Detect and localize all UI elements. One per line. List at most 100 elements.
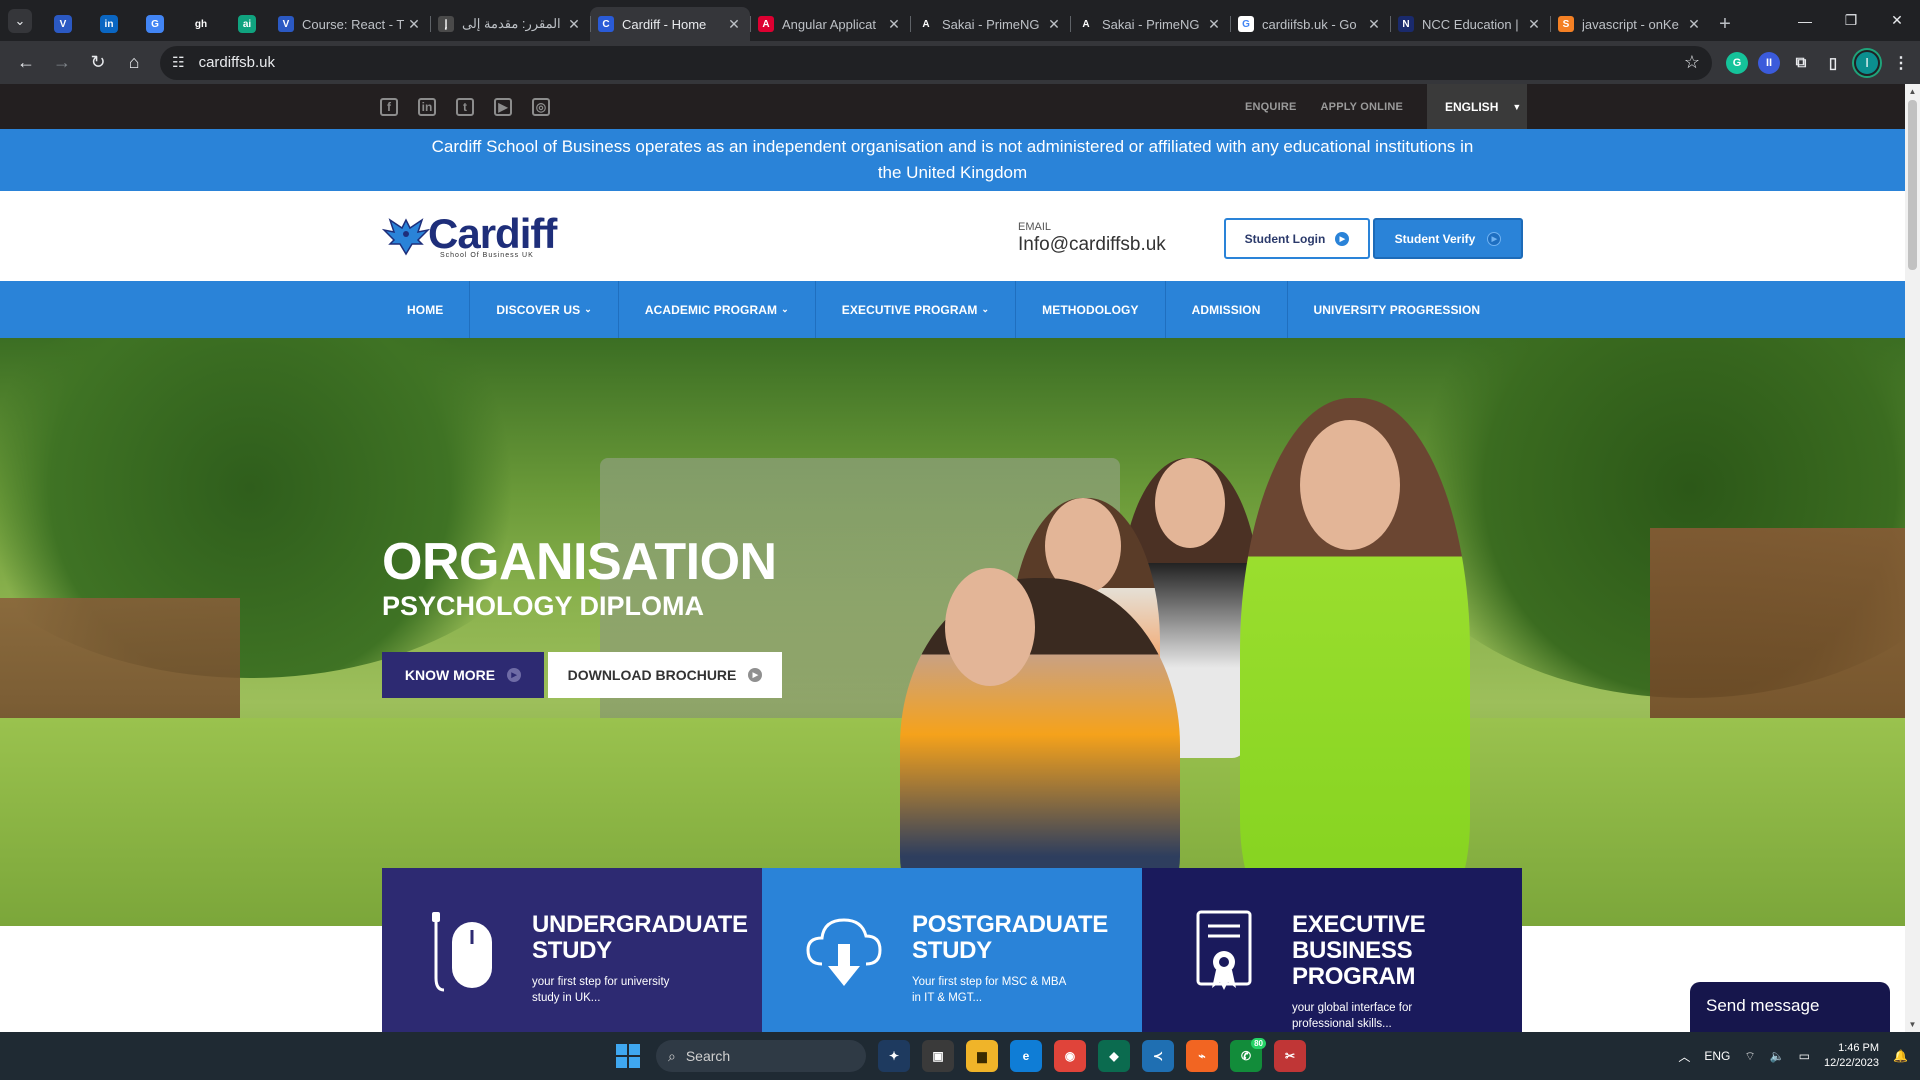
notification-bell-icon[interactable]: 🔔 xyxy=(1893,1049,1908,1063)
enquire-link[interactable]: ENQUIRE xyxy=(1245,101,1297,113)
student-verify-button[interactable]: Student Verify ▶ xyxy=(1373,218,1523,259)
browser-tab[interactable]: N NCC Education | ✕ xyxy=(1390,7,1550,41)
facebook-icon[interactable]: f xyxy=(380,97,398,116)
scrollbar-thumb[interactable] xyxy=(1908,100,1917,270)
address-bar[interactable]: ☷ cardiffsb.uk ☆ xyxy=(160,45,1712,80)
windows-start-icon[interactable] xyxy=(612,1040,644,1072)
forward-button[interactable]: → xyxy=(44,45,80,81)
linkedin-icon[interactable]: in xyxy=(418,97,436,116)
snipping-tool-icon[interactable]: ✂ xyxy=(1274,1040,1306,1072)
play-circle-icon: ▶ xyxy=(748,668,763,682)
close-tab-icon[interactable]: ✕ xyxy=(406,16,422,33)
nav-item-university-progression[interactable]: UNIVERSITY PROGRESSION xyxy=(1288,281,1507,338)
nav-item-home[interactable]: HOME xyxy=(382,281,471,338)
tray-overflow-chevron-icon[interactable]: ︿ xyxy=(1678,1048,1690,1065)
email-value[interactable]: Info@cardiffsb.uk xyxy=(1018,234,1166,256)
puzzle-extensions-icon[interactable]: ⧉ xyxy=(1790,52,1812,74)
pinned-tab[interactable]: gh xyxy=(178,7,224,41)
tab-title: NCC Education | xyxy=(1422,16,1519,32)
close-tab-icon[interactable]: ✕ xyxy=(1366,16,1382,33)
side-panel-icon[interactable]: ▯ xyxy=(1822,52,1844,74)
nav-item-admission[interactable]: ADMISSION xyxy=(1166,281,1288,338)
pinned-tab[interactable]: ai xyxy=(224,7,270,41)
close-tab-icon[interactable]: ✕ xyxy=(1526,16,1542,33)
program-card-executive-business-program[interactable]: EXECUTIVE BUSINESS PROGRAM your global in… xyxy=(1142,868,1522,1032)
nav-item-executive-program[interactable]: EXECUTIVE PROGRAM ⌄ xyxy=(816,281,1017,338)
twitter-icon[interactable]: t xyxy=(456,97,474,116)
student-login-button[interactable]: Student Login ▶ xyxy=(1224,218,1370,259)
close-tab-icon[interactable]: ✕ xyxy=(1046,16,1062,33)
taskbar-clock[interactable]: 1:46 PM 12/22/2023 xyxy=(1824,1041,1879,1071)
more-menu-icon[interactable]: ⋮ xyxy=(1890,52,1912,74)
browser-tab[interactable]: C Cardiff - Home ✕ xyxy=(590,7,750,41)
grammarly-extension-icon[interactable]: G xyxy=(1726,51,1748,74)
browser-tab[interactable]: A Angular Applicat ✕ xyxy=(750,7,910,41)
instagram-icon[interactable]: ◎ xyxy=(532,97,550,116)
pinned-tab-favicon-icon: G xyxy=(146,15,164,33)
tab-search-button[interactable]: ⌄ xyxy=(0,0,40,41)
minimize-button[interactable]: — xyxy=(1782,0,1828,41)
volume-icon[interactable]: 🔈 xyxy=(1770,1049,1785,1063)
profile-avatar[interactable]: I xyxy=(1854,49,1880,76)
reload-button[interactable]: ↻ xyxy=(80,45,116,81)
download-brochure-button[interactable]: DOWNLOAD BROCHURE ▶ xyxy=(548,652,782,698)
input-language[interactable]: ENG xyxy=(1704,1049,1730,1063)
notification-badge: 80 xyxy=(1251,1038,1266,1049)
pause-extension-icon[interactable]: II xyxy=(1758,51,1780,74)
scroll-down-arrow-icon[interactable]: ▼ xyxy=(1905,1017,1920,1032)
scroll-up-arrow-icon[interactable]: ▲ xyxy=(1905,84,1920,99)
know-more-button[interactable]: KNOW MORE ▶ xyxy=(382,652,544,698)
close-tab-icon[interactable]: ✕ xyxy=(1686,16,1702,33)
close-window-button[interactable]: ✕ xyxy=(1874,0,1920,41)
close-tab-icon[interactable]: ✕ xyxy=(1206,16,1222,33)
browser-tab[interactable]: إ المقرر: مقدمة إلى ✕ xyxy=(430,7,590,41)
chevron-down-icon: ⌄ xyxy=(781,304,789,314)
site-info-icon[interactable]: ☷ xyxy=(172,54,185,71)
close-tab-icon[interactable]: ✕ xyxy=(886,16,902,33)
language-select[interactable]: ENGLISH ▼ xyxy=(1427,84,1528,129)
apply-online-link[interactable]: APPLY ONLINE xyxy=(1321,101,1403,113)
task-view-icon[interactable]: ▣ xyxy=(922,1040,954,1072)
browser-tab[interactable]: A Sakai - PrimeNG ✕ xyxy=(910,7,1070,41)
pinned-tab[interactable]: V xyxy=(40,7,86,41)
program-card-undergraduate-study[interactable]: UNDERGRADUATE STUDY your first step for u… xyxy=(382,868,762,1032)
taskbar-search[interactable]: ⌕ Search xyxy=(656,1040,866,1072)
pinned-tab[interactable]: G xyxy=(132,7,178,41)
postman-icon[interactable]: ⌁ xyxy=(1186,1040,1218,1072)
search-icon: ⌕ xyxy=(668,1047,676,1064)
file-explorer-icon[interactable]: ▆ xyxy=(966,1040,998,1072)
tab-title: المقرر: مقدمة إلى xyxy=(462,16,561,31)
browser-tab[interactable]: Gcardiifsb.uk - Go ✕ xyxy=(1230,7,1390,41)
nav-item-discover-us[interactable]: DISCOVER US ⌄ xyxy=(470,281,619,338)
battery-icon[interactable]: ▭ xyxy=(1799,1049,1810,1063)
bookmark-star-icon[interactable]: ☆ xyxy=(1684,52,1700,73)
home-button[interactable]: ⌂ xyxy=(116,45,152,81)
chrome-browser-icon[interactable]: ◉ xyxy=(1054,1040,1086,1072)
widgets-icon[interactable]: ✦ xyxy=(878,1040,910,1072)
browser-toolbar: ← → ↻ ⌂ ☷ cardiffsb.uk ☆ G II ⧉ ▯ I ⋮ xyxy=(0,41,1920,84)
restore-button[interactable]: ❐ xyxy=(1828,0,1874,41)
vscode-icon[interactable]: ≺ xyxy=(1142,1040,1174,1072)
youtube-icon[interactable]: ▶ xyxy=(494,97,512,116)
browser-tab[interactable]: A Sakai - PrimeNG ✕ xyxy=(1070,7,1230,41)
program-card-postgraduate-study[interactable]: POSTGRADUATE STUDY Your first step for MS… xyxy=(762,868,1142,1032)
browser-tab[interactable]: V Course: React - T ✕ xyxy=(270,7,430,41)
close-tab-icon[interactable]: ✕ xyxy=(726,16,742,33)
new-tab-button[interactable]: + xyxy=(1710,7,1740,41)
program-card-title: EXECUTIVE BUSINESS PROGRAM xyxy=(1292,911,1426,990)
edge-browser-icon[interactable]: e xyxy=(1010,1040,1042,1072)
browser-tab[interactable]: Sjavascript - onKe ✕ xyxy=(1550,7,1710,41)
back-button[interactable]: ← xyxy=(8,45,44,81)
play-circle-icon: ▶ xyxy=(1335,231,1350,246)
wifi-icon[interactable]: ⌔ xyxy=(1744,1049,1755,1064)
close-tab-icon[interactable]: ✕ xyxy=(566,16,582,33)
page-scrollbar[interactable]: ▲ ▼ xyxy=(1905,84,1920,1032)
nav-item-label: HOME xyxy=(407,302,444,317)
pinned-tab[interactable]: in xyxy=(86,7,132,41)
mongodb-compass-icon[interactable]: ◆ xyxy=(1098,1040,1130,1072)
nav-item-academic-program[interactable]: ACADEMIC PROGRAM ⌄ xyxy=(619,281,816,338)
cardiff-logo[interactable]: Cardiff School Of Business UK xyxy=(382,213,557,259)
whatsapp-icon[interactable]: ✆ 80 xyxy=(1230,1038,1266,1072)
send-message-chat-button[interactable]: Send message xyxy=(1690,982,1890,1032)
nav-item-methodology[interactable]: METHODOLOGY xyxy=(1016,281,1166,338)
